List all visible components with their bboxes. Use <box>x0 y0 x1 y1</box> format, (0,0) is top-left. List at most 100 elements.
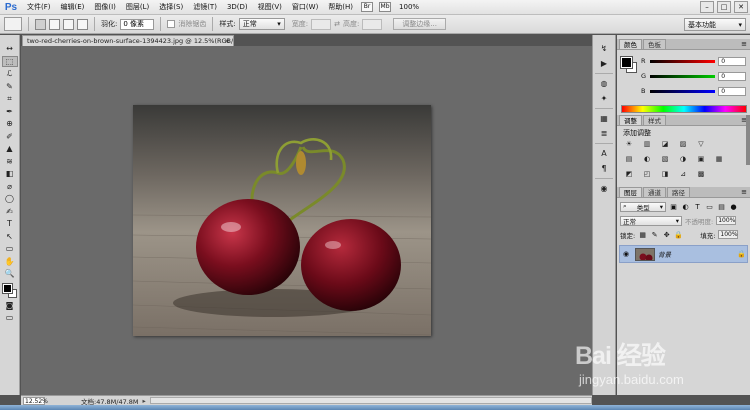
zoom-tool-icon[interactable]: 🔍 <box>2 268 18 280</box>
opacity-input[interactable]: 100% <box>716 216 737 225</box>
green-slider[interactable] <box>649 74 716 78</box>
foreground-color[interactable] <box>1 282 13 294</box>
screen-mode-icon[interactable]: ▭ <box>2 312 18 324</box>
color-lookup-icon[interactable]: ▦ <box>713 154 725 164</box>
foreground-swatch[interactable] <box>620 56 633 69</box>
close-icon[interactable]: × <box>225 36 230 46</box>
visibility-eye-icon[interactable]: ◉ <box>620 250 632 258</box>
gradient-tool-icon[interactable]: ⌀ <box>2 181 18 193</box>
layer-background[interactable]: ◉ 背景 🔒 <box>619 245 748 263</box>
hue-saturation-icon[interactable]: ▤ <box>623 154 635 164</box>
green-value[interactable]: 0 <box>718 71 746 81</box>
add-selection-icon[interactable] <box>49 18 60 30</box>
document-tab[interactable]: two-red-cherries-on-brown-surface-139442… <box>22 35 234 46</box>
lock-position-icon[interactable]: ✥ <box>662 230 671 239</box>
color-picker[interactable] <box>1 282 18 299</box>
new-selection-icon[interactable] <box>35 18 46 30</box>
menu-filter[interactable]: 滤镜(T) <box>188 0 222 15</box>
quick-select-tool-icon[interactable]: ✎ <box>2 81 18 93</box>
status-menu-icon[interactable]: ▸ <box>143 397 146 405</box>
menu-view[interactable]: 视图(V) <box>253 0 287 15</box>
blue-value[interactable]: 0 <box>718 86 746 96</box>
panel-scrollbar[interactable] <box>746 115 750 165</box>
posterize-icon[interactable]: ◰ <box>641 169 653 179</box>
black-white-icon[interactable]: ▧ <box>659 154 671 164</box>
width-input[interactable] <box>311 18 332 30</box>
color-spectrum[interactable] <box>621 105 747 113</box>
workspace-select[interactable]: 基本功能 ▾ <box>684 18 746 31</box>
color-balance-icon[interactable]: ◐ <box>641 154 653 164</box>
panel-menu-icon[interactable]: ≡ <box>741 188 747 196</box>
exposure-icon[interactable]: ▨ <box>677 139 689 149</box>
tab-paths[interactable]: 路径 <box>667 187 690 197</box>
character-panel-icon[interactable]: A <box>597 148 611 159</box>
brush-tool-icon[interactable]: ✐ <box>2 131 18 143</box>
layer-name[interactable]: 背景 <box>658 249 734 259</box>
menu-select[interactable]: 选择(S) <box>154 0 188 15</box>
layer-comps-icon[interactable]: ≣ <box>597 128 611 139</box>
document-image[interactable] <box>133 105 431 336</box>
subtract-selection-icon[interactable] <box>63 18 74 30</box>
3d-panel-icon[interactable]: ◉ <box>597 183 611 194</box>
blue-slider[interactable] <box>649 89 716 93</box>
menu-edit[interactable]: 编辑(E) <box>56 0 90 15</box>
close-button[interactable]: ✕ <box>734 1 748 13</box>
history-brush-tool-icon[interactable]: ≋ <box>2 156 18 168</box>
pixel-filter-icon[interactable]: ▣ <box>669 202 678 211</box>
paragraph-panel-icon[interactable]: ¶ <box>597 163 611 174</box>
horizontal-scrollbar[interactable] <box>149 397 592 404</box>
zoom-menu[interactable]: 100% <box>394 0 424 15</box>
fill-input[interactable]: 100% <box>718 230 739 239</box>
antialias-checkbox[interactable] <box>167 20 176 28</box>
photo-filter-icon[interactable]: ◑ <box>677 154 689 164</box>
stamp-tool-icon[interactable]: ▲ <box>2 143 18 155</box>
history-panel-icon[interactable]: ↯ <box>597 43 611 54</box>
adjustment-filter-icon[interactable]: ◐ <box>681 202 690 211</box>
smart-filter-icon[interactable]: ▤ <box>717 202 726 211</box>
quick-mask-icon[interactable]: ◙ <box>2 300 18 312</box>
zoom-field[interactable]: 12.52% <box>23 396 48 405</box>
refine-edge-button[interactable]: 调整边缘... <box>393 18 446 30</box>
marquee-tool-icon[interactable]: ⬚ <box>1 55 18 67</box>
tab-channels[interactable]: 通道 <box>643 187 666 197</box>
panel-menu-icon[interactable]: ≡ <box>741 40 747 48</box>
height-input[interactable] <box>362 18 383 30</box>
menu-help[interactable]: 帮助(H) <box>323 0 358 15</box>
shape-tool-icon[interactable]: ▭ <box>2 243 18 255</box>
minibridge-icon[interactable]: Mb <box>379 2 392 12</box>
layer-kind-select[interactable]: ⌕ 类型 ▾ <box>620 201 666 212</box>
selective-color-icon[interactable]: ⊿ <box>677 169 689 179</box>
crop-tool-icon[interactable]: ⌗ <box>2 93 18 105</box>
threshold-icon[interactable]: ◨ <box>659 169 671 179</box>
lock-transparency-icon[interactable]: ▦ <box>638 230 647 239</box>
red-value[interactable]: 0 <box>718 56 746 66</box>
lock-pixels-icon[interactable]: ✎ <box>650 230 659 239</box>
lock-all-icon[interactable]: 🔒 <box>674 230 683 239</box>
tab-styles[interactable]: 样式 <box>643 115 666 125</box>
lasso-tool-icon[interactable]: ℒ <box>2 68 18 80</box>
blend-mode-select[interactable]: 正常 ▾ <box>620 215 682 226</box>
menu-window[interactable]: 窗口(W) <box>287 0 323 15</box>
pen-tool-icon[interactable]: ✍ <box>2 206 18 218</box>
path-select-tool-icon[interactable]: ↖ <box>2 231 18 243</box>
eyedropper-tool-icon[interactable]: ✒ <box>2 106 18 118</box>
eraser-tool-icon[interactable]: ◧ <box>2 168 18 180</box>
hand-tool-icon[interactable]: ✋ <box>2 256 18 268</box>
gradient-map-icon[interactable]: ▩ <box>695 169 707 179</box>
brightness-icon[interactable]: ☀ <box>623 139 635 149</box>
menu-file[interactable]: 文件(F) <box>22 0 56 15</box>
blur-tool-icon[interactable]: ◯ <box>2 193 18 205</box>
vibrance-icon[interactable]: ▽ <box>695 139 707 149</box>
move-tool-icon[interactable]: ↔ <box>2 43 18 55</box>
clone-source-icon[interactable]: ✦ <box>597 93 611 104</box>
tab-swatches[interactable]: 色板 <box>643 39 666 49</box>
style-select[interactable]: 正常 ▾ <box>238 18 285 30</box>
filter-toggle-icon[interactable]: ● <box>729 202 738 211</box>
invert-icon[interactable]: ◩ <box>623 169 635 179</box>
menu-image[interactable]: 图像(I) <box>89 0 121 15</box>
red-slider[interactable] <box>649 59 716 63</box>
tool-preset-picker[interactable] <box>4 17 22 31</box>
channel-mixer-icon[interactable]: ▣ <box>695 154 707 164</box>
brush-panel-icon[interactable]: ◍ <box>597 78 611 89</box>
curves-icon[interactable]: ◪ <box>659 139 671 149</box>
